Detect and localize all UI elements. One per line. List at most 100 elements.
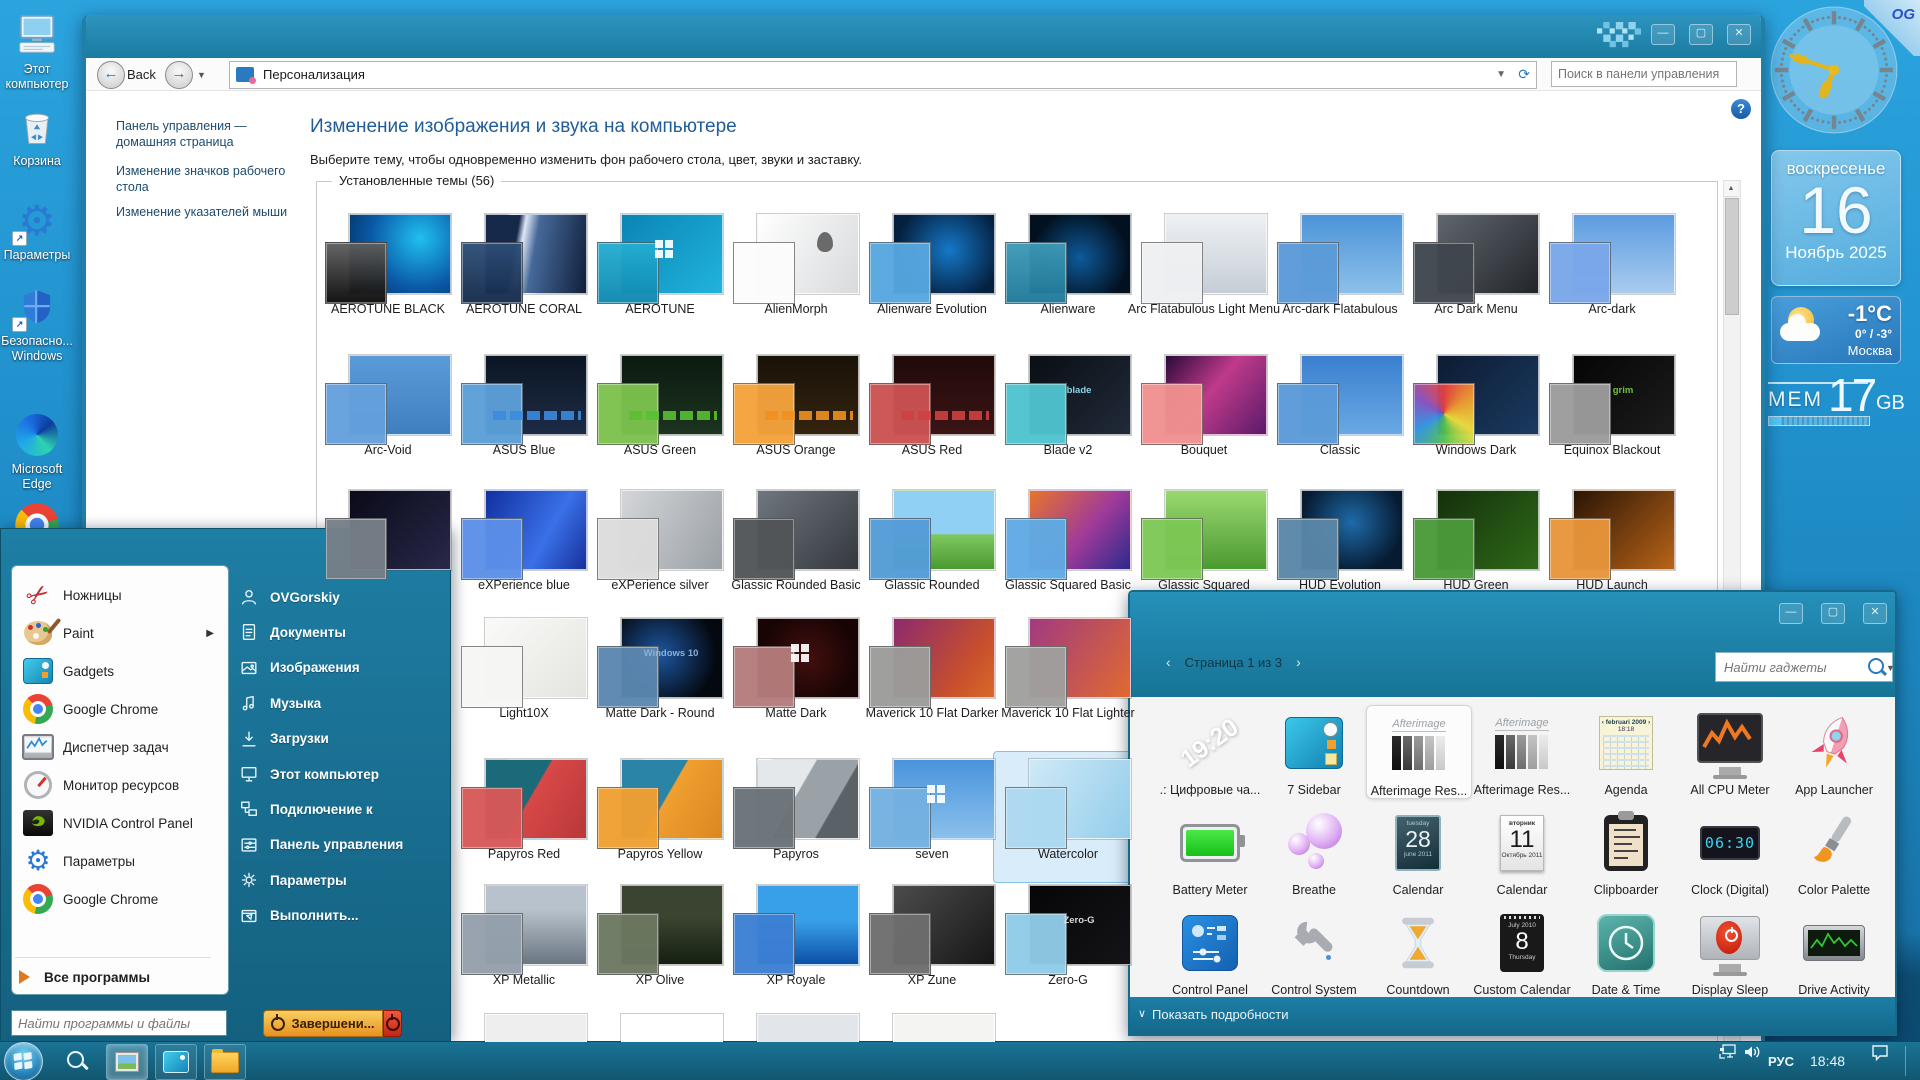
gadgets-search-input[interactable] <box>1715 652 1893 682</box>
refresh-icon[interactable]: ⟳ <box>1518 66 1530 83</box>
gadget-item-display-sleep[interactable]: Display Sleep <box>1678 905 1782 997</box>
gadget-item-7-sidebar[interactable]: 7 Sidebar <box>1262 705 1366 797</box>
start-menu-place-параметры[interactable]: Параметры <box>239 863 439 897</box>
show-desktop-separator[interactable] <box>1905 1046 1906 1076</box>
gadget-item-app-launcher[interactable]: App Launcher <box>1782 705 1886 797</box>
maximize-button[interactable]: ▢ <box>1689 24 1713 45</box>
address-dropdown-icon[interactable]: ▼ <box>1496 69 1506 80</box>
shutdown-options-button[interactable] <box>383 1010 402 1037</box>
shutdown-button[interactable]: Завершени... <box>263 1010 383 1037</box>
start-menu-place-этот-компьютер[interactable]: Этот компьютер <box>239 757 439 791</box>
gadgets-maximize-button[interactable]: ▢ <box>1821 603 1845 624</box>
gadget-item-clipboarder[interactable]: Clipboarder <box>1574 805 1678 897</box>
gadget-item-calendar[interactable]: вторник11Октябрь 2011Calendar <box>1470 805 1574 897</box>
gadget-item-control-system[interactable]: Control System <box>1262 905 1366 997</box>
scroll-up-button[interactable]: ▲ <box>1724 181 1738 197</box>
help-button[interactable]: ? <box>1731 99 1751 119</box>
gadget-item-agenda[interactable]: ‹ februari 2009 ›18:18Agenda <box>1574 705 1678 797</box>
start-menu-item-label: Google Chrome <box>63 702 158 717</box>
network-tray-icon[interactable] <box>1718 1042 1738 1062</box>
sidebar-link-1[interactable]: Панель управления — домашняя страница <box>116 118 306 150</box>
windows-flag-icon <box>13 1052 32 1069</box>
control-panel-search-input[interactable] <box>1551 61 1737 87</box>
gadget-item-control-panel[interactable]: Control Panel <box>1158 905 1262 997</box>
gadgets-footer[interactable]: ∨ Показать подробности <box>1130 997 1895 1034</box>
taskbar-gadgets-button[interactable] <box>155 1044 197 1080</box>
gadgets-minimize-button[interactable]: — <box>1779 603 1803 624</box>
gadget-item-breathe[interactable]: Breathe <box>1262 805 1366 897</box>
gadget-item-afterimage-res-[interactable]: AfterimageAfterimage Res... <box>1470 705 1574 797</box>
history-dropdown-icon[interactable]: ▼ <box>197 70 206 80</box>
gadgets-close-button[interactable]: ✕ <box>1863 603 1887 624</box>
start-menu-item-google-chrome[interactable]: Google Chrome <box>18 880 220 918</box>
start-menu-item-диспетчер-задач[interactable]: Диспетчер задач <box>18 728 220 766</box>
start-menu-place-ovgorskiy[interactable]: OVGorskiy <box>239 580 439 614</box>
back-button[interactable]: ← <box>97 61 125 89</box>
desktop-icon-этот-компьютер[interactable]: Этот компьютер <box>0 10 74 92</box>
taskbar-search-button[interactable] <box>64 1048 90 1074</box>
gadget-item-battery-meter[interactable]: Battery Meter <box>1158 805 1262 897</box>
desktop-icon-корзина[interactable]: Корзина <box>0 102 74 169</box>
analog-clock-widget[interactable] <box>1768 4 1900 136</box>
defender-shield-icon: ↗ <box>0 282 74 332</box>
start-menu-divider <box>15 957 211 958</box>
start-menu-item-gadgets[interactable]: Gadgets <box>18 652 220 690</box>
desktop-icon-безопасно-[interactable]: ↗Безопасно... Windows <box>0 282 74 364</box>
search-dropdown-icon[interactable]: ▼ <box>1886 663 1895 673</box>
scroll-thumb[interactable] <box>1725 198 1739 315</box>
start-menu-item-paint[interactable]: Paint▶ <box>18 614 220 652</box>
memory-gauge-widget[interactable]: MEM 17 GB <box>1764 382 1904 430</box>
action-center-icon[interactable] <box>1870 1042 1890 1062</box>
minimize-button[interactable]: — <box>1651 24 1675 45</box>
theme-color-square <box>461 787 523 849</box>
weather-widget[interactable]: -1°C 0° / -3° Москва <box>1771 296 1901 364</box>
volume-tray-icon[interactable] <box>1742 1042 1762 1062</box>
start-menu-place-загрузки[interactable]: Загрузки <box>239 722 439 756</box>
sidebar-link-2[interactable]: Изменение значков рабочего стола <box>116 163 306 195</box>
start-menu-search-input[interactable] <box>11 1010 227 1036</box>
gadget-item-date-time[interactable]: Date & Time <box>1574 905 1678 997</box>
address-bar[interactable]: Персонализация ▼ ⟳ <box>229 61 1537 89</box>
all-programs-item[interactable]: Все программы <box>19 965 215 989</box>
taskbar-personalization-button[interactable] <box>106 1044 148 1080</box>
taskbar-explorer-button[interactable] <box>204 1044 246 1080</box>
gadget-item-clock-digital-[interactable]: 06:30Clock (Digital) <box>1678 805 1782 897</box>
start-menu-place-панель-управления[interactable]: Панель управления <box>239 828 439 862</box>
search-icon[interactable] <box>1868 658 1884 674</box>
start-button[interactable] <box>4 1042 43 1080</box>
language-indicator[interactable]: РУС <box>1768 1042 1794 1080</box>
start-menu-item-nvidia-control-panel[interactable]: NVIDIA Control Panel <box>18 804 220 842</box>
desktop-icon-microsoft-edge[interactable]: Microsoft Edge <box>0 410 74 492</box>
page-prev-icon[interactable]: ‹ <box>1152 654 1185 670</box>
start-menu-place-музыка[interactable]: Музыка <box>239 686 439 720</box>
gadget-item-drive-activity[interactable]: Drive Activity <box>1782 905 1886 997</box>
start-menu-place-изображения[interactable]: Изображения <box>239 651 439 685</box>
sidebar-link-3[interactable]: Изменение указателей мыши <box>116 204 306 220</box>
page-next-icon[interactable]: › <box>1282 654 1315 670</box>
gadget-item-countdown[interactable]: Countdown <box>1366 905 1470 997</box>
gadget-item-all-cpu-meter[interactable]: All CPU Meter <box>1678 705 1782 797</box>
wrench-icon <box>1262 905 1366 981</box>
gadget-item-color-palette[interactable]: Color Palette <box>1782 805 1886 897</box>
desktop-icon-параметры[interactable]: ⚙↗Параметры <box>0 196 74 263</box>
theme-color-square <box>733 913 795 975</box>
start-menu-item-google-chrome[interactable]: Google Chrome <box>18 690 220 728</box>
gadget-item--цифровые-ча-[interactable]: 19:20.: Цифровые ча... <box>1158 705 1262 797</box>
theme-color-square <box>461 913 523 975</box>
gadgets-page-navigation: ‹Страница 1 из 3› <box>1152 654 1315 670</box>
resource-monitor-icon <box>22 769 54 801</box>
close-button[interactable]: ✕ <box>1727 24 1751 45</box>
gadget-item-afterimage-res-[interactable]: AfterimageAfterimage Res... <box>1366 705 1472 799</box>
gadget-item-custom-calendar[interactable]: July 20108ThursdayCustom Calendar <box>1470 905 1574 997</box>
start-menu-item-монитор-ресурсов[interactable]: Монитор ресурсов <box>18 766 220 804</box>
taskbar-clock[interactable]: 18:48 <box>1810 1042 1845 1080</box>
gadget-item-calendar[interactable]: tuesday28june 2011Calendar <box>1366 805 1470 897</box>
start-menu-place-подключение-к[interactable]: Подключение к <box>239 792 439 826</box>
start-menu-item-параметры[interactable]: ⚙Параметры <box>18 842 220 880</box>
start-menu-place-выполнить-[interactable]: Выполнить... <box>239 899 439 933</box>
calendar-widget[interactable]: воскресенье 16 Ноябрь 2025 <box>1771 150 1901 286</box>
start-menu-place-документы[interactable]: Документы <box>239 615 439 649</box>
forward-button[interactable]: → <box>165 61 193 89</box>
window-title-bar[interactable]: — ▢ ✕ <box>86 15 1761 59</box>
start-menu-item-ножницы[interactable]: ✂Ножницы <box>18 576 220 614</box>
